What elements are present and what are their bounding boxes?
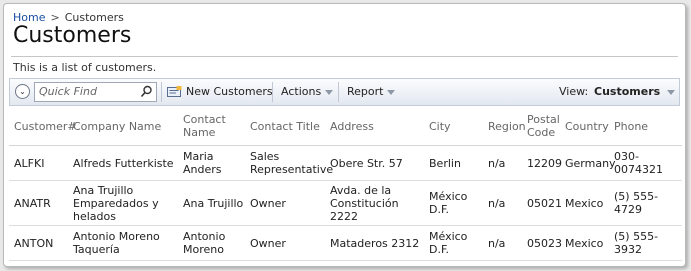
report-menu-button[interactable]: Report: [347, 79, 396, 105]
column-header[interactable]: Contact Name: [178, 107, 245, 146]
toolbar-divider: [338, 82, 339, 102]
customers-page: Home > Customers Customers This is a list …: [3, 3, 686, 267]
table-cell: 05023: [522, 225, 562, 261]
table-cell: Mexico: [560, 180, 609, 226]
new-customers-button[interactable]: New Customers: [167, 79, 273, 105]
page-description: This is a list of customers.: [13, 61, 157, 74]
quick-find-box: [34, 82, 157, 102]
table-row[interactable]: ALFKI Alfreds Futterkiste Maria Anders S…: [9, 145, 682, 181]
column-header[interactable]: Address: [325, 107, 424, 146]
page-title: Customers: [13, 23, 132, 48]
table-cell: n/a: [483, 145, 522, 181]
table-cell: Alfreds Futterkiste: [68, 145, 178, 181]
table-cell: n/a: [483, 225, 522, 261]
view-selector-value: Customers: [594, 85, 661, 98]
table-cell: Germany: [560, 145, 616, 181]
new-customers-label: New Customers: [186, 85, 273, 98]
table-cell: Berlin: [424, 145, 483, 181]
action-toolbar: ⌄ New Customers Actions Report: [9, 78, 680, 106]
table-cell: Mataderos 2312: [325, 225, 424, 261]
view-label: View:: [559, 85, 589, 98]
chevron-down-icon[interactable]: ⌄: [15, 84, 30, 99]
search-icon[interactable]: [140, 85, 153, 98]
column-header[interactable]: Region: [483, 107, 526, 146]
customer-id-link[interactable]: ANTON: [9, 225, 68, 261]
table-cell: Sales Representative: [245, 145, 333, 181]
chevron-down-icon: [387, 89, 396, 95]
table-cell: Obere Str. 57: [325, 145, 424, 181]
column-header[interactable]: City: [424, 107, 483, 146]
table-cell: (5) 555-3932: [609, 225, 682, 261]
table-cell: Mexico: [560, 225, 609, 261]
table-cell: Ana Trujillo: [178, 180, 245, 226]
customer-id-link[interactable]: ANATR: [9, 180, 68, 226]
new-record-icon: [167, 86, 182, 97]
customer-id-link[interactable]: ALFKI: [9, 145, 68, 181]
table-cell: México D.F.: [424, 225, 483, 261]
actions-label: Actions: [281, 85, 322, 98]
table-cell: Maria Anders: [178, 145, 245, 181]
table-cell: México D.F.: [424, 180, 483, 226]
title-divider: [11, 56, 678, 57]
table-row[interactable]: ANTON Antonio Moreno Taquería Antonio Mo…: [9, 225, 682, 261]
toolbar-divider: [161, 82, 162, 102]
view-selector[interactable]: Customers: [594, 79, 676, 105]
chevron-down-icon: [667, 89, 676, 95]
column-header[interactable]: Country: [560, 107, 609, 146]
column-header[interactable]: Postal Code: [522, 107, 560, 146]
column-header[interactable]: Phone: [609, 107, 682, 146]
table-cell: n/a: [483, 180, 522, 226]
chevron-down-icon: [325, 89, 334, 95]
table-cell: 12209: [522, 145, 562, 181]
table-cell: Antonio Moreno: [178, 225, 245, 261]
report-label: Report: [347, 85, 384, 98]
table-cell: 05021: [522, 180, 562, 226]
table-cell: Ana Trujillo Emparedados y helados: [68, 180, 178, 226]
table-cell: Owner: [245, 225, 325, 261]
table-cell: Owner: [245, 180, 325, 226]
table-cell: (5) 555-4729: [609, 180, 682, 226]
quick-find-input[interactable]: [39, 84, 139, 99]
table-row[interactable]: ANATR Ana Trujillo Emparedados y helados…: [9, 180, 682, 226]
toolbar-divider: [272, 82, 273, 102]
customers-table: Customer# Company Name Contact Name Cont…: [9, 107, 682, 261]
table-header-row: Customer# Company Name Contact Name Cont…: [9, 107, 682, 146]
column-header[interactable]: Contact Title: [245, 107, 325, 146]
actions-menu-button[interactable]: Actions: [281, 79, 334, 105]
table-cell: 030-0074321: [609, 145, 682, 181]
column-header[interactable]: Company Name: [68, 107, 178, 146]
table-cell: Avda. de la Constitución 2222: [325, 180, 424, 226]
table-cell: Antonio Moreno Taquería: [68, 225, 178, 261]
column-header[interactable]: Customer#: [9, 107, 77, 146]
